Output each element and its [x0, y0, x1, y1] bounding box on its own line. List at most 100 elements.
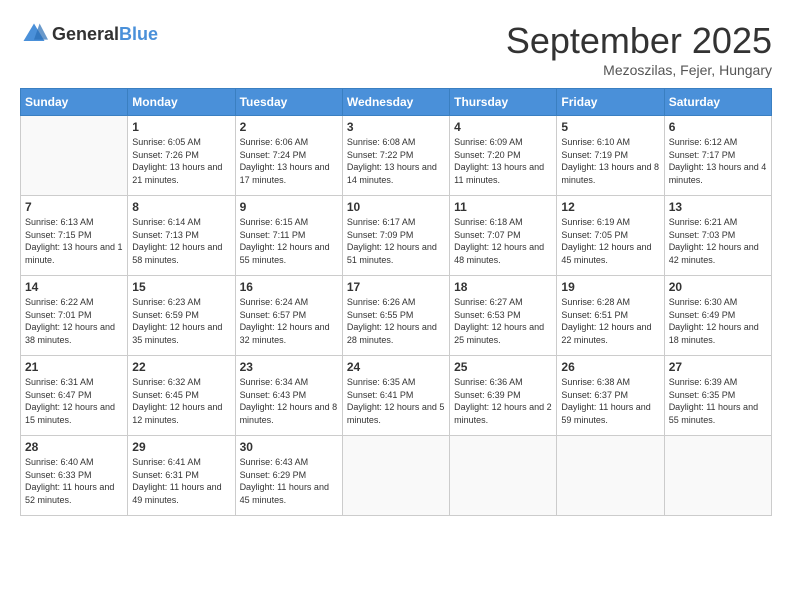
day-info: Sunrise: 6:35 AM Sunset: 6:41 PM Dayligh…	[347, 376, 445, 426]
page-header: GeneralBlue September 2025 Mezoszilas, F…	[20, 20, 772, 78]
day-number: 9	[240, 200, 338, 214]
day-info: Sunrise: 6:08 AM Sunset: 7:22 PM Dayligh…	[347, 136, 445, 186]
day-info: Sunrise: 6:10 AM Sunset: 7:19 PM Dayligh…	[561, 136, 659, 186]
day-info: Sunrise: 6:41 AM Sunset: 6:31 PM Dayligh…	[132, 456, 230, 506]
day-number: 15	[132, 280, 230, 294]
calendar-weekday-header: Wednesday	[342, 89, 449, 116]
calendar-week-row: 14Sunrise: 6:22 AM Sunset: 7:01 PM Dayli…	[21, 276, 772, 356]
calendar-weekday-header: Thursday	[450, 89, 557, 116]
calendar-day-cell: 27 Sunrise: 6:39 AM Sunset: 6:35 PM Dayli…	[664, 356, 771, 436]
calendar-day-cell	[450, 436, 557, 516]
day-info: Sunrise: 6:39 AM Sunset: 6:35 PM Dayligh…	[669, 376, 767, 426]
day-info: Sunrise: 6:19 AM Sunset: 7:05 PM Dayligh…	[561, 216, 659, 266]
day-number: 3	[347, 120, 445, 134]
day-number: 18	[454, 280, 552, 294]
calendar-table: SundayMondayTuesdayWednesdayThursdayFrid…	[20, 88, 772, 516]
calendar-day-cell: 23 Sunrise: 6:34 AM Sunset: 6:43 PM Dayli…	[235, 356, 342, 436]
calendar-day-cell: 5 Sunrise: 6:10 AM Sunset: 7:19 PM Daylig…	[557, 116, 664, 196]
day-number: 19	[561, 280, 659, 294]
day-number: 8	[132, 200, 230, 214]
day-number: 7	[25, 200, 123, 214]
day-number: 6	[669, 120, 767, 134]
day-number: 14	[25, 280, 123, 294]
calendar-day-cell: 2 Sunrise: 6:06 AM Sunset: 7:24 PM Daylig…	[235, 116, 342, 196]
day-info: Sunrise: 6:14 AM Sunset: 7:13 PM Dayligh…	[132, 216, 230, 266]
calendar-day-cell: 10Sunrise: 6:17 AM Sunset: 7:09 PM Dayli…	[342, 196, 449, 276]
day-info: Sunrise: 6:06 AM Sunset: 7:24 PM Dayligh…	[240, 136, 338, 186]
calendar-day-cell: 11 Sunrise: 6:18 AM Sunset: 7:07 PM Dayli…	[450, 196, 557, 276]
calendar-body: 1 Sunrise: 6:05 AM Sunset: 7:26 PM Daylig…	[21, 116, 772, 516]
calendar-day-cell	[664, 436, 771, 516]
day-info: Sunrise: 6:28 AM Sunset: 6:51 PM Dayligh…	[561, 296, 659, 346]
day-number: 28	[25, 440, 123, 454]
day-number: 10	[347, 200, 445, 214]
day-number: 20	[669, 280, 767, 294]
calendar-day-cell: 22 Sunrise: 6:32 AM Sunset: 6:45 PM Dayli…	[128, 356, 235, 436]
day-number: 22	[132, 360, 230, 374]
calendar-day-cell: 30Sunrise: 6:43 AM Sunset: 6:29 PM Dayli…	[235, 436, 342, 516]
calendar-day-cell: 18 Sunrise: 6:27 AM Sunset: 6:53 PM Dayli…	[450, 276, 557, 356]
calendar-day-cell: 16 Sunrise: 6:24 AM Sunset: 6:57 PM Dayli…	[235, 276, 342, 356]
calendar-day-cell: 17Sunrise: 6:26 AM Sunset: 6:55 PM Dayli…	[342, 276, 449, 356]
day-info: Sunrise: 6:27 AM Sunset: 6:53 PM Dayligh…	[454, 296, 552, 346]
calendar-week-row: 1 Sunrise: 6:05 AM Sunset: 7:26 PM Daylig…	[21, 116, 772, 196]
calendar-day-cell	[557, 436, 664, 516]
day-number: 11	[454, 200, 552, 214]
day-info: Sunrise: 6:09 AM Sunset: 7:20 PM Dayligh…	[454, 136, 552, 186]
day-info: Sunrise: 6:12 AM Sunset: 7:17 PM Dayligh…	[669, 136, 767, 186]
day-number: 25	[454, 360, 552, 374]
day-info: Sunrise: 6:23 AM Sunset: 6:59 PM Dayligh…	[132, 296, 230, 346]
day-number: 5	[561, 120, 659, 134]
day-info: Sunrise: 6:36 AM Sunset: 6:39 PM Dayligh…	[454, 376, 552, 426]
calendar-day-cell: 1 Sunrise: 6:05 AM Sunset: 7:26 PM Daylig…	[128, 116, 235, 196]
day-number: 24	[347, 360, 445, 374]
calendar-day-cell: 3 Sunrise: 6:08 AM Sunset: 7:22 PM Daylig…	[342, 116, 449, 196]
day-number: 2	[240, 120, 338, 134]
logo-general-text: General	[52, 24, 119, 44]
calendar-weekday-header: Tuesday	[235, 89, 342, 116]
day-number: 16	[240, 280, 338, 294]
calendar-day-cell: 25 Sunrise: 6:36 AM Sunset: 6:39 PM Dayli…	[450, 356, 557, 436]
logo-blue-text: Blue	[119, 24, 158, 44]
logo: GeneralBlue	[20, 20, 158, 48]
calendar-weekday-header: Sunday	[21, 89, 128, 116]
calendar-week-row: 7Sunrise: 6:13 AM Sunset: 7:15 PM Daylig…	[21, 196, 772, 276]
day-info: Sunrise: 6:15 AM Sunset: 7:11 PM Dayligh…	[240, 216, 338, 266]
day-info: Sunrise: 6:26 AM Sunset: 6:55 PM Dayligh…	[347, 296, 445, 346]
day-info: Sunrise: 6:30 AM Sunset: 6:49 PM Dayligh…	[669, 296, 767, 346]
day-number: 21	[25, 360, 123, 374]
day-info: Sunrise: 6:18 AM Sunset: 7:07 PM Dayligh…	[454, 216, 552, 266]
calendar-day-cell: 13Sunrise: 6:21 AM Sunset: 7:03 PM Dayli…	[664, 196, 771, 276]
day-info: Sunrise: 6:40 AM Sunset: 6:33 PM Dayligh…	[25, 456, 123, 506]
calendar-day-cell: 8 Sunrise: 6:14 AM Sunset: 7:13 PM Daylig…	[128, 196, 235, 276]
calendar-day-cell: 19 Sunrise: 6:28 AM Sunset: 6:51 PM Dayli…	[557, 276, 664, 356]
day-number: 23	[240, 360, 338, 374]
calendar-day-cell: 12 Sunrise: 6:19 AM Sunset: 7:05 PM Dayli…	[557, 196, 664, 276]
calendar-day-cell: 7Sunrise: 6:13 AM Sunset: 7:15 PM Daylig…	[21, 196, 128, 276]
calendar-day-cell: 9 Sunrise: 6:15 AM Sunset: 7:11 PM Daylig…	[235, 196, 342, 276]
calendar-day-cell: 20 Sunrise: 6:30 AM Sunset: 6:49 PM Dayli…	[664, 276, 771, 356]
day-number: 29	[132, 440, 230, 454]
day-number: 26	[561, 360, 659, 374]
location-title: Mezoszilas, Fejer, Hungary	[506, 62, 772, 78]
day-info: Sunrise: 6:34 AM Sunset: 6:43 PM Dayligh…	[240, 376, 338, 426]
calendar-day-cell: 15 Sunrise: 6:23 AM Sunset: 6:59 PM Dayli…	[128, 276, 235, 356]
day-info: Sunrise: 6:32 AM Sunset: 6:45 PM Dayligh…	[132, 376, 230, 426]
calendar-day-cell: 29 Sunrise: 6:41 AM Sunset: 6:31 PM Dayli…	[128, 436, 235, 516]
logo-icon	[20, 20, 48, 48]
day-number: 13	[669, 200, 767, 214]
calendar-header-row: SundayMondayTuesdayWednesdayThursdayFrid…	[21, 89, 772, 116]
calendar-day-cell: 26Sunrise: 6:38 AM Sunset: 6:37 PM Dayli…	[557, 356, 664, 436]
day-info: Sunrise: 6:05 AM Sunset: 7:26 PM Dayligh…	[132, 136, 230, 186]
calendar-day-cell: 14Sunrise: 6:22 AM Sunset: 7:01 PM Dayli…	[21, 276, 128, 356]
calendar-day-cell	[342, 436, 449, 516]
day-number: 27	[669, 360, 767, 374]
calendar-day-cell	[21, 116, 128, 196]
day-number: 1	[132, 120, 230, 134]
day-info: Sunrise: 6:24 AM Sunset: 6:57 PM Dayligh…	[240, 296, 338, 346]
calendar-day-cell: 4Sunrise: 6:09 AM Sunset: 7:20 PM Daylig…	[450, 116, 557, 196]
calendar-day-cell: 24 Sunrise: 6:35 AM Sunset: 6:41 PM Dayli…	[342, 356, 449, 436]
calendar-day-cell: 21Sunrise: 6:31 AM Sunset: 6:47 PM Dayli…	[21, 356, 128, 436]
calendar-week-row: 28 Sunrise: 6:40 AM Sunset: 6:33 PM Dayli…	[21, 436, 772, 516]
day-number: 12	[561, 200, 659, 214]
